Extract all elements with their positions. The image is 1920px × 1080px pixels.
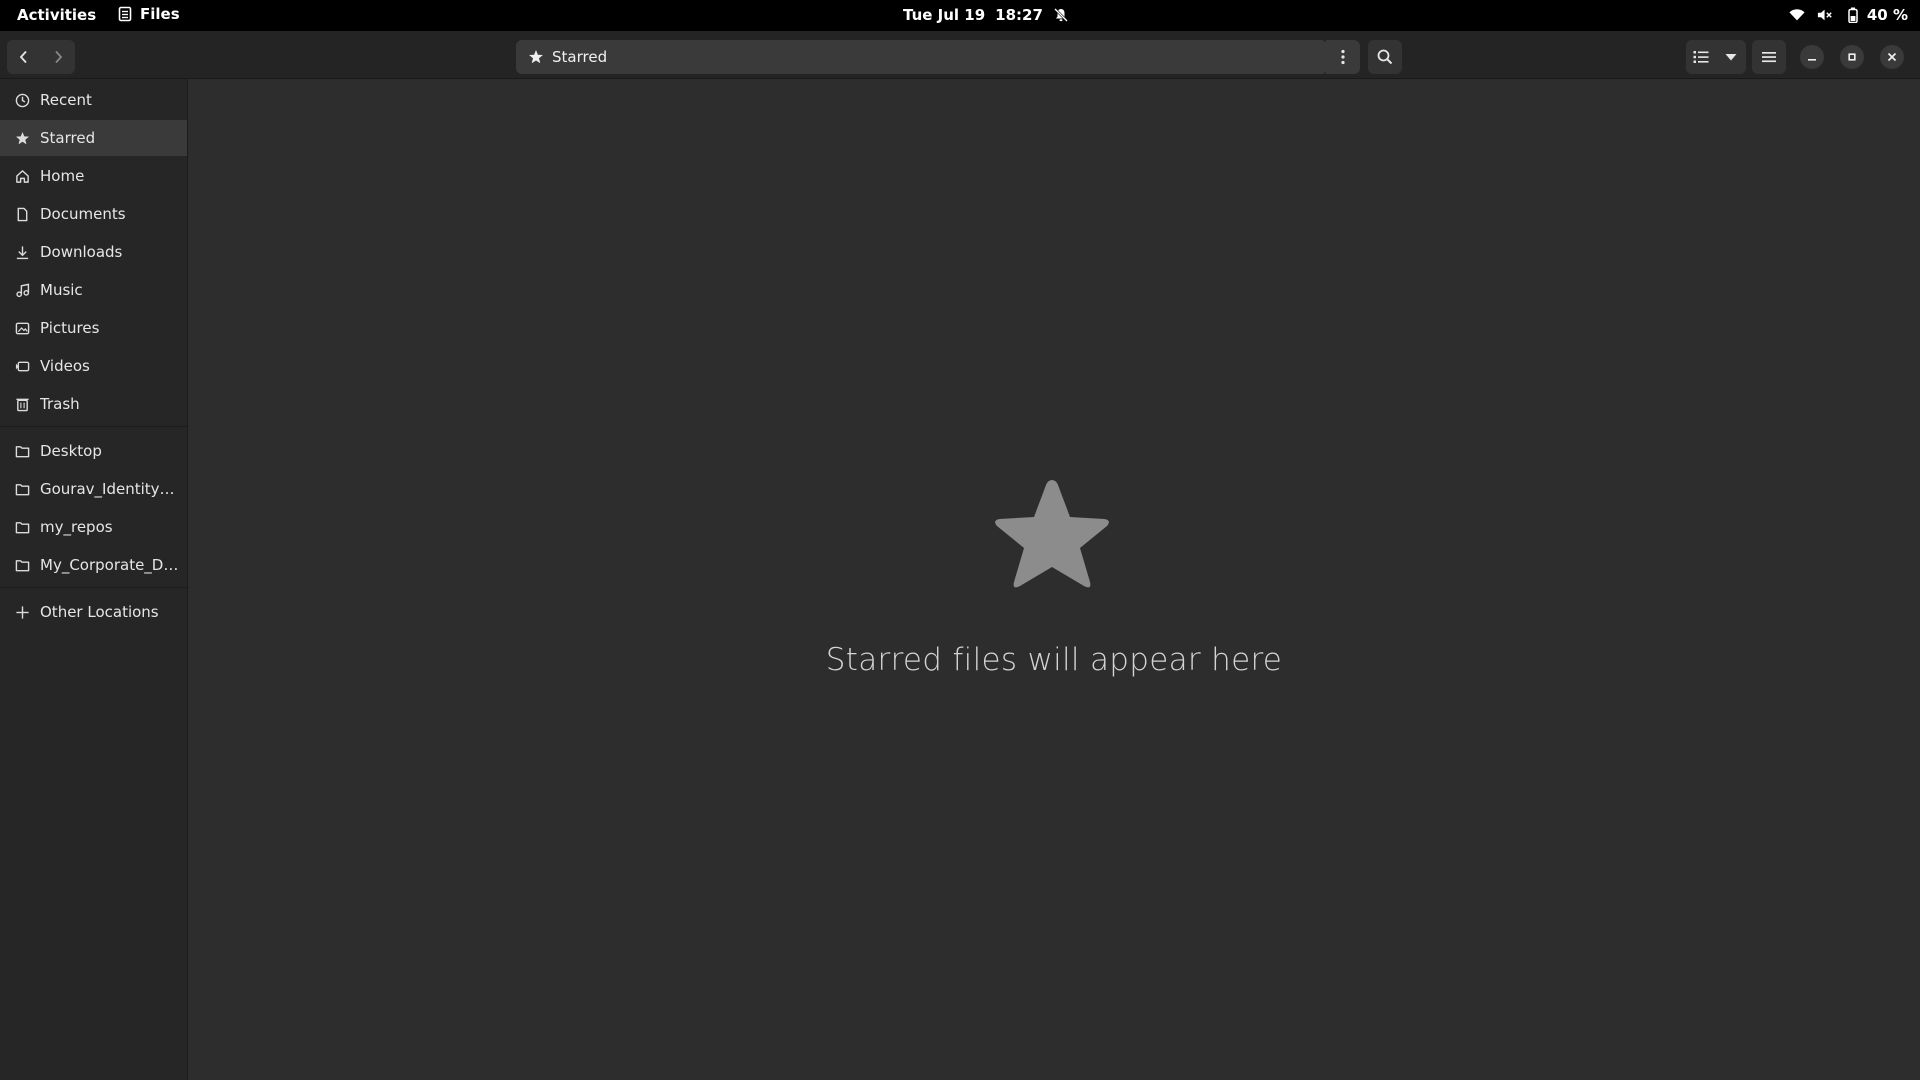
battery-indicator: 40 % (1845, 6, 1908, 24)
maximize-button[interactable] (1840, 45, 1864, 69)
sidebar-item-label: Videos (40, 357, 90, 375)
sidebar-item-other-locations[interactable]: Other Locations (0, 594, 187, 630)
close-icon (1884, 49, 1900, 65)
folder-icon (14, 443, 30, 459)
empty-state-message: Starred files will appear here (825, 642, 1283, 678)
trash-icon (14, 396, 30, 412)
sidebar-item-label: Downloads (40, 243, 123, 261)
sidebar-item-label: Desktop (40, 442, 102, 460)
sidebar-item-pictures[interactable]: Pictures (0, 310, 187, 346)
sidebar-divider (0, 587, 187, 588)
search-icon (1377, 49, 1393, 65)
star-icon (528, 49, 544, 65)
clock-icon (14, 92, 30, 108)
folder-icon (14, 519, 30, 535)
app-menu-label: Files (140, 5, 180, 23)
vertical-dots-icon (1335, 49, 1351, 65)
sidebar-item-label: Home (40, 167, 85, 185)
sidebar-item-label: Trash (40, 395, 80, 413)
hamburger-menu-icon (1761, 49, 1777, 65)
battery-icon (1845, 7, 1861, 23)
notifications-disabled-icon (1053, 7, 1069, 23)
home-icon (14, 168, 30, 184)
search-button[interactable] (1368, 40, 1402, 74)
sidebar-item-downloads[interactable]: Downloads (0, 234, 187, 270)
sidebar-item-desktop[interactable]: Desktop (0, 433, 187, 469)
sidebar-item-gourav-identity[interactable]: Gourav_Identity_I... (0, 471, 187, 507)
clock-time: 18:27 (995, 6, 1043, 24)
system-tray[interactable]: 40 % (1789, 6, 1908, 24)
minimize-button[interactable] (1800, 45, 1824, 69)
minimize-icon (1804, 49, 1820, 65)
wifi-icon (1789, 7, 1805, 23)
maximize-icon (1844, 49, 1860, 65)
volume-muted-icon (1817, 7, 1833, 23)
clock[interactable]: Tue Jul 19 18:27 (903, 6, 1069, 24)
chevron-left-icon (16, 49, 32, 65)
sidebar-item-label: Recent (40, 91, 92, 109)
sidebar-item-label: Documents (40, 205, 126, 223)
sidebar-item-label: Starred (40, 129, 96, 147)
sidebar-item-label: Pictures (40, 319, 100, 337)
header-bar: Starred (0, 31, 1920, 79)
chevron-right-icon (50, 49, 66, 65)
sidebar-item-my-repos[interactable]: my_repos (0, 509, 187, 545)
sidebar-item-my-corporate-docs[interactable]: My_Corporate_Do... (0, 547, 187, 583)
document-icon (14, 206, 30, 222)
folder-icon (14, 481, 30, 497)
app-menu[interactable]: Files (117, 5, 180, 23)
close-button[interactable] (1880, 45, 1904, 69)
chevron-down-icon (1723, 49, 1739, 65)
sidebar-item-music[interactable]: Music (0, 272, 187, 308)
video-icon (14, 358, 30, 374)
star-icon (14, 130, 30, 146)
files-app-icon (117, 6, 133, 22)
music-icon (14, 282, 30, 298)
sidebar-item-label: My_Corporate_Do... (40, 556, 180, 574)
sidebar-item-label: Music (40, 281, 83, 299)
sidebar-divider (0, 426, 187, 427)
sidebar-item-label: my_repos (40, 518, 113, 536)
file-view[interactable]: Starred files will appear here (188, 79, 1920, 1080)
sidebar: Recent Starred Home Documents Downloads … (0, 79, 188, 1080)
sidebar-item-videos[interactable]: Videos (0, 348, 187, 384)
battery-percent: 40 % (1866, 6, 1908, 24)
sidebar-item-label: Gourav_Identity_I... (40, 480, 180, 498)
download-icon (14, 244, 30, 260)
sidebar-item-recent[interactable]: Recent (0, 82, 187, 118)
sidebar-item-trash[interactable]: Trash (0, 386, 187, 422)
picture-icon (14, 320, 30, 336)
sidebar-item-label: Other Locations (40, 603, 159, 621)
location-bar[interactable]: Starred (516, 40, 1327, 74)
top-bar: Activities Files Tue Jul 19 18:27 40 % (0, 0, 1920, 31)
back-button[interactable] (7, 40, 41, 74)
forward-button[interactable] (41, 40, 75, 74)
sidebar-item-starred[interactable]: Starred (0, 120, 187, 156)
main-menu-button[interactable] (1752, 40, 1786, 74)
clock-date: Tue Jul 19 (903, 6, 986, 24)
sidebar-item-documents[interactable]: Documents (0, 196, 187, 232)
location-label: Starred (552, 48, 608, 66)
list-view-button[interactable] (1686, 40, 1716, 74)
list-view-icon (1693, 49, 1709, 65)
location-menu-button[interactable] (1326, 40, 1360, 74)
folder-icon (14, 557, 30, 573)
star-icon (988, 474, 1116, 598)
view-options-button[interactable] (1716, 40, 1746, 74)
plus-icon (14, 604, 30, 620)
sidebar-item-home[interactable]: Home (0, 158, 187, 194)
activities-button[interactable]: Activities (17, 6, 96, 24)
